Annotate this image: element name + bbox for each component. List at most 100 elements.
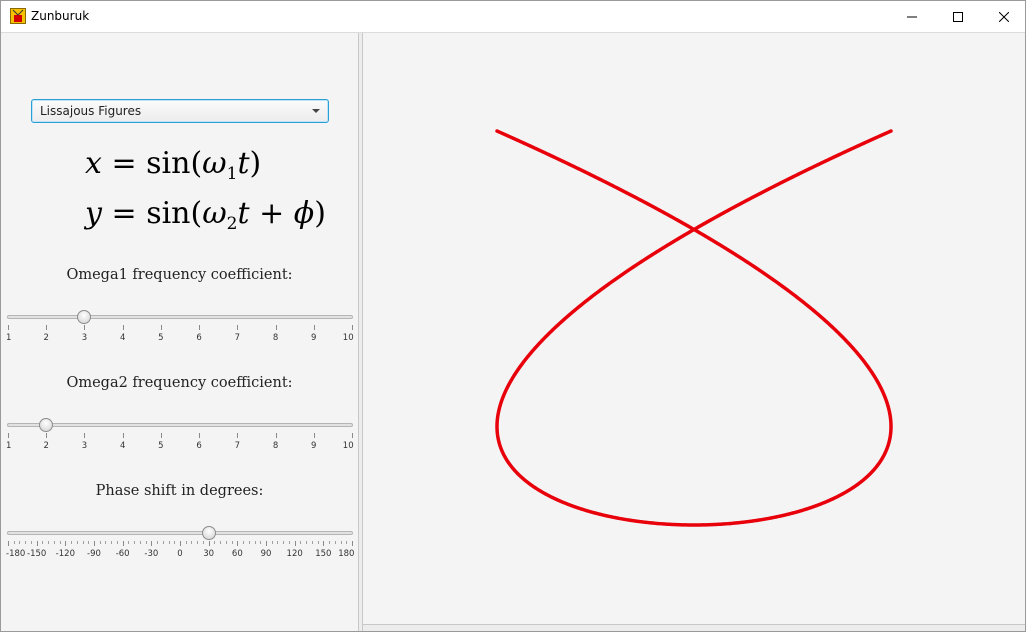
slider-minor-tick (174, 541, 176, 544)
slider-tick-label: 8 (272, 441, 279, 451)
chevron-down-icon (312, 109, 320, 113)
slider-minor-tick (311, 541, 313, 544)
slider-tick-label: 120 (286, 549, 303, 559)
slider-minor-tick (214, 541, 216, 544)
phase-slider[interactable]: -180 -150 -120 -90 -60 -30 0 30 60 90 120 150 180 (6, 526, 355, 566)
slider-minor-tick (168, 541, 170, 544)
slider-major-tick (8, 325, 9, 330)
slider-tick-label: 4 (119, 333, 126, 343)
slider-tick-label: 150 (315, 549, 332, 559)
slider-minor-tick (277, 541, 279, 544)
window-title: Zunburuk (31, 9, 90, 23)
slider-minor-tick (288, 541, 290, 544)
slider-major-tick (313, 325, 315, 330)
slider-tick-label: 8 (272, 333, 279, 343)
slider-minor-tick (300, 541, 302, 544)
slider-minor-tick (202, 541, 204, 544)
slider-minor-tick (231, 541, 233, 544)
slider-minor-tick (243, 541, 245, 544)
slider-major-tick (122, 541, 124, 546)
app-window: Zunburuk Lissajous Figures x = sin(ω1t) … (0, 0, 1026, 632)
formula-y-eq: = (111, 196, 137, 231)
slider-tick-label: 5 (158, 441, 164, 451)
formula-y-t: t (237, 196, 250, 231)
slider-thumb[interactable] (201, 526, 216, 540)
title-bar[interactable]: Zunburuk (1, 1, 1025, 33)
formula-x-sub: 1 (226, 164, 238, 184)
slider-tick-label: 9 (311, 333, 317, 343)
figure-type-select[interactable]: Lissajous Figures (31, 99, 329, 123)
formula-y-sub: 2 (226, 214, 238, 234)
slider-tick-label: 7 (234, 333, 241, 343)
slider-tick-label: 1 (6, 441, 12, 451)
phase-slider-title: Phase shift in degrees: (95, 483, 264, 499)
slider-tick-label: 90 (260, 549, 272, 559)
slider-minor-tick (99, 541, 101, 544)
slider-major-tick (275, 433, 277, 438)
slider-minor-tick (162, 541, 164, 544)
formula-x-fn: sin( (146, 146, 203, 181)
slider-thumb[interactable] (39, 418, 54, 432)
formula-y: y = sin(ω2t + ϕ) (85, 197, 326, 241)
slider-major-tick (46, 433, 48, 438)
slider-tick-label: 180 (338, 549, 355, 559)
formula-x-close: ) (249, 146, 262, 181)
close-button[interactable] (981, 1, 1025, 32)
omega1-slider[interactable]: 1 2 3 4 5 6 7 8 9 10 (6, 310, 354, 350)
slider-major-tick (84, 325, 86, 330)
slider-minor-tick (220, 541, 222, 544)
slider-track[interactable] (7, 423, 353, 427)
omega2-slider-title: Omega2 frequency coefficient: (66, 375, 293, 391)
slider-minor-tick (191, 541, 193, 544)
slider-major-tick (323, 541, 325, 546)
slider-minor-tick (340, 541, 342, 544)
slider-minor-tick (30, 541, 32, 544)
slider-major-tick (237, 325, 239, 330)
slider-minor-tick (71, 541, 73, 544)
omega2-slider[interactable]: 1 2 3 4 5 6 7 8 9 10 (6, 418, 354, 458)
close-icon (999, 11, 1009, 22)
slider-minor-tick (134, 541, 136, 544)
slider-major-tick (151, 541, 153, 546)
slider-tick-label: 10 (342, 441, 354, 451)
slider-minor-tick (13, 541, 15, 544)
slider-tick-label: 7 (234, 441, 241, 451)
slider-tick-label: 1 (6, 333, 12, 343)
slider-minor-tick (42, 541, 44, 544)
slider-minor-tick (185, 541, 187, 544)
slider-tick-label: -150 (27, 549, 47, 559)
slider-major-tick (180, 541, 181, 546)
slider-tick-label: -180 (6, 549, 26, 559)
figure-type-value: Lissajous Figures (40, 104, 142, 118)
slider-tick-label: 4 (119, 441, 126, 451)
slider-minor-tick (271, 541, 273, 544)
slider-major-tick (160, 325, 162, 330)
slider-minor-tick (329, 541, 331, 544)
slider-tick-label: 3 (81, 333, 88, 343)
slider-major-tick (294, 541, 296, 546)
slider-minor-tick (197, 541, 199, 544)
slider-tick-label: 6 (196, 441, 202, 451)
slider-track[interactable] (7, 531, 353, 535)
slider-thumb[interactable] (77, 310, 92, 324)
minimize-button[interactable] (889, 1, 935, 32)
slider-tick-label: 0 (177, 549, 183, 559)
slider-major-tick (199, 325, 201, 330)
formula-x-omega: ω (202, 146, 227, 181)
slider-tick-label: 60 (231, 549, 243, 559)
slider-tick-label: 2 (43, 441, 49, 451)
slider-major-tick (122, 325, 124, 330)
slider-minor-tick (48, 541, 50, 544)
slider-major-tick (8, 541, 9, 546)
slider-minor-tick (88, 541, 90, 544)
slider-major-tick (237, 433, 239, 438)
slider-tick-label: -30 (144, 549, 159, 559)
slider-minor-tick (346, 541, 348, 544)
canvas-bottom-edge (363, 624, 1025, 631)
slider-major-tick (352, 433, 353, 438)
slider-major-tick (275, 325, 277, 330)
slider-tick-label: 3 (81, 441, 88, 451)
maximize-button[interactable] (935, 1, 981, 32)
slider-track[interactable] (7, 315, 353, 319)
slider-tick-label: 6 (196, 333, 202, 343)
